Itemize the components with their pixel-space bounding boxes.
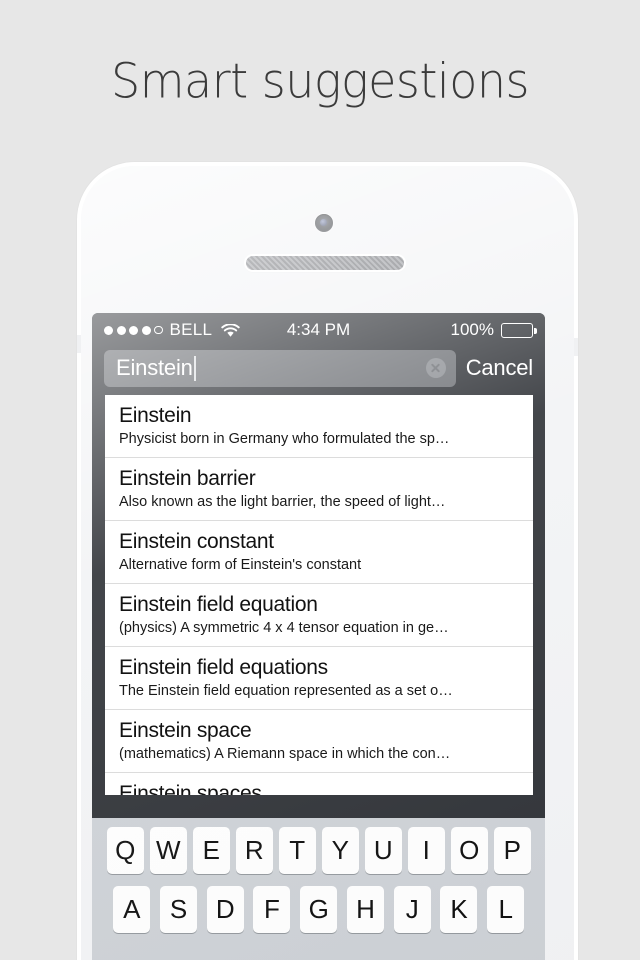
camera-icon <box>315 214 333 232</box>
list-item-title: Einstein constant <box>119 530 274 553</box>
list-item-title: Einstein space <box>119 719 252 742</box>
phone-mockup: BELL 4:34 PM 100% Einstein Cancel Einste… <box>77 162 578 960</box>
power-button-notch[interactable] <box>574 338 578 356</box>
key-o[interactable]: O <box>450 827 488 874</box>
list-item-subtitle: (physics) A symmetric 4 x 4 tensor equat… <box>119 620 449 636</box>
key-e[interactable]: E <box>192 827 230 874</box>
cancel-button[interactable]: Cancel <box>466 355 535 381</box>
key-i[interactable]: I <box>407 827 445 874</box>
key-l[interactable]: L <box>487 886 524 933</box>
list-item[interactable]: Einstein Physicist born in Germany who f… <box>105 395 533 458</box>
key-u[interactable]: U <box>364 827 402 874</box>
list-item[interactable]: Einstein space (mathematics) A Riemann s… <box>105 710 533 773</box>
battery-percent-label: 100% <box>450 320 494 339</box>
key-q[interactable]: Q <box>106 827 144 874</box>
list-item[interactable]: Einstein spaces <box>105 773 533 795</box>
list-item[interactable]: Einstein barrier Also known as the light… <box>105 458 533 521</box>
earpiece-speaker-icon <box>246 256 404 270</box>
list-item-subtitle: Physicist born in Germany who formulated… <box>119 431 450 447</box>
page-title: Smart suggestions <box>111 52 529 110</box>
key-j[interactable]: J <box>393 886 431 933</box>
volume-button-notch[interactable] <box>77 335 81 353</box>
clear-circle-x-icon[interactable] <box>425 358 446 378</box>
suggestions-list[interactable]: Einstein, Albert Einstein Physicist born… <box>105 395 533 795</box>
key-t[interactable]: T <box>278 827 316 874</box>
list-item-title: Einstein barrier <box>119 467 256 490</box>
search-input-value: Einstein <box>116 355 193 380</box>
list-item-subtitle: The Einstein field equation represented … <box>119 683 453 699</box>
battery-full-icon <box>501 322 537 338</box>
list-item[interactable]: Einstein field equation (physics) A symm… <box>105 584 533 647</box>
keyboard-row-1: Q W E R T Y U I O P <box>92 827 545 874</box>
list-item-title: Einstein field equations <box>119 656 328 679</box>
key-d[interactable]: D <box>206 886 244 933</box>
suggestion-rows: Einstein Physicist born in Germany who f… <box>105 395 533 795</box>
list-item-subtitle: Also known as the light barrier, the spe… <box>119 494 446 510</box>
key-g[interactable]: G <box>300 886 337 933</box>
key-k[interactable]: K <box>440 886 478 933</box>
key-a[interactable]: A <box>113 886 150 933</box>
list-item-title: Einstein <box>119 404 192 427</box>
key-s[interactable]: S <box>159 886 197 933</box>
key-h[interactable]: H <box>346 886 384 933</box>
list-item[interactable]: Einstein constant Alternative form of Ei… <box>105 521 533 584</box>
keyboard-row-2: A S D F G H J K L <box>92 886 545 933</box>
search-input[interactable]: Einstein <box>104 349 456 387</box>
key-r[interactable]: R <box>235 827 273 874</box>
list-item-title: Einstein field equation <box>119 593 318 616</box>
key-y[interactable]: Y <box>321 827 359 874</box>
key-w[interactable]: W <box>149 827 187 874</box>
list-item-subtitle: Alternative form of Einstein's constant <box>119 557 362 573</box>
search-bar: Einstein Cancel <box>92 347 545 395</box>
phone-screen: BELL 4:34 PM 100% Einstein Cancel Einste… <box>92 313 545 960</box>
list-item-subtitle: (mathematics) A Riemann space in which t… <box>119 746 451 762</box>
key-f[interactable]: F <box>253 886 291 933</box>
status-bar: BELL 4:34 PM 100% <box>92 313 545 347</box>
key-p[interactable]: P <box>493 827 531 874</box>
list-item[interactable]: Einstein field equations The Einstein fi… <box>105 647 533 710</box>
text-caret <box>193 355 196 381</box>
onscreen-keyboard: Q W E R T Y U I O P A S D F G H J K L <box>92 818 545 960</box>
status-bar-right: 100% <box>450 320 537 340</box>
list-item-title: Einstein spaces <box>119 782 262 795</box>
